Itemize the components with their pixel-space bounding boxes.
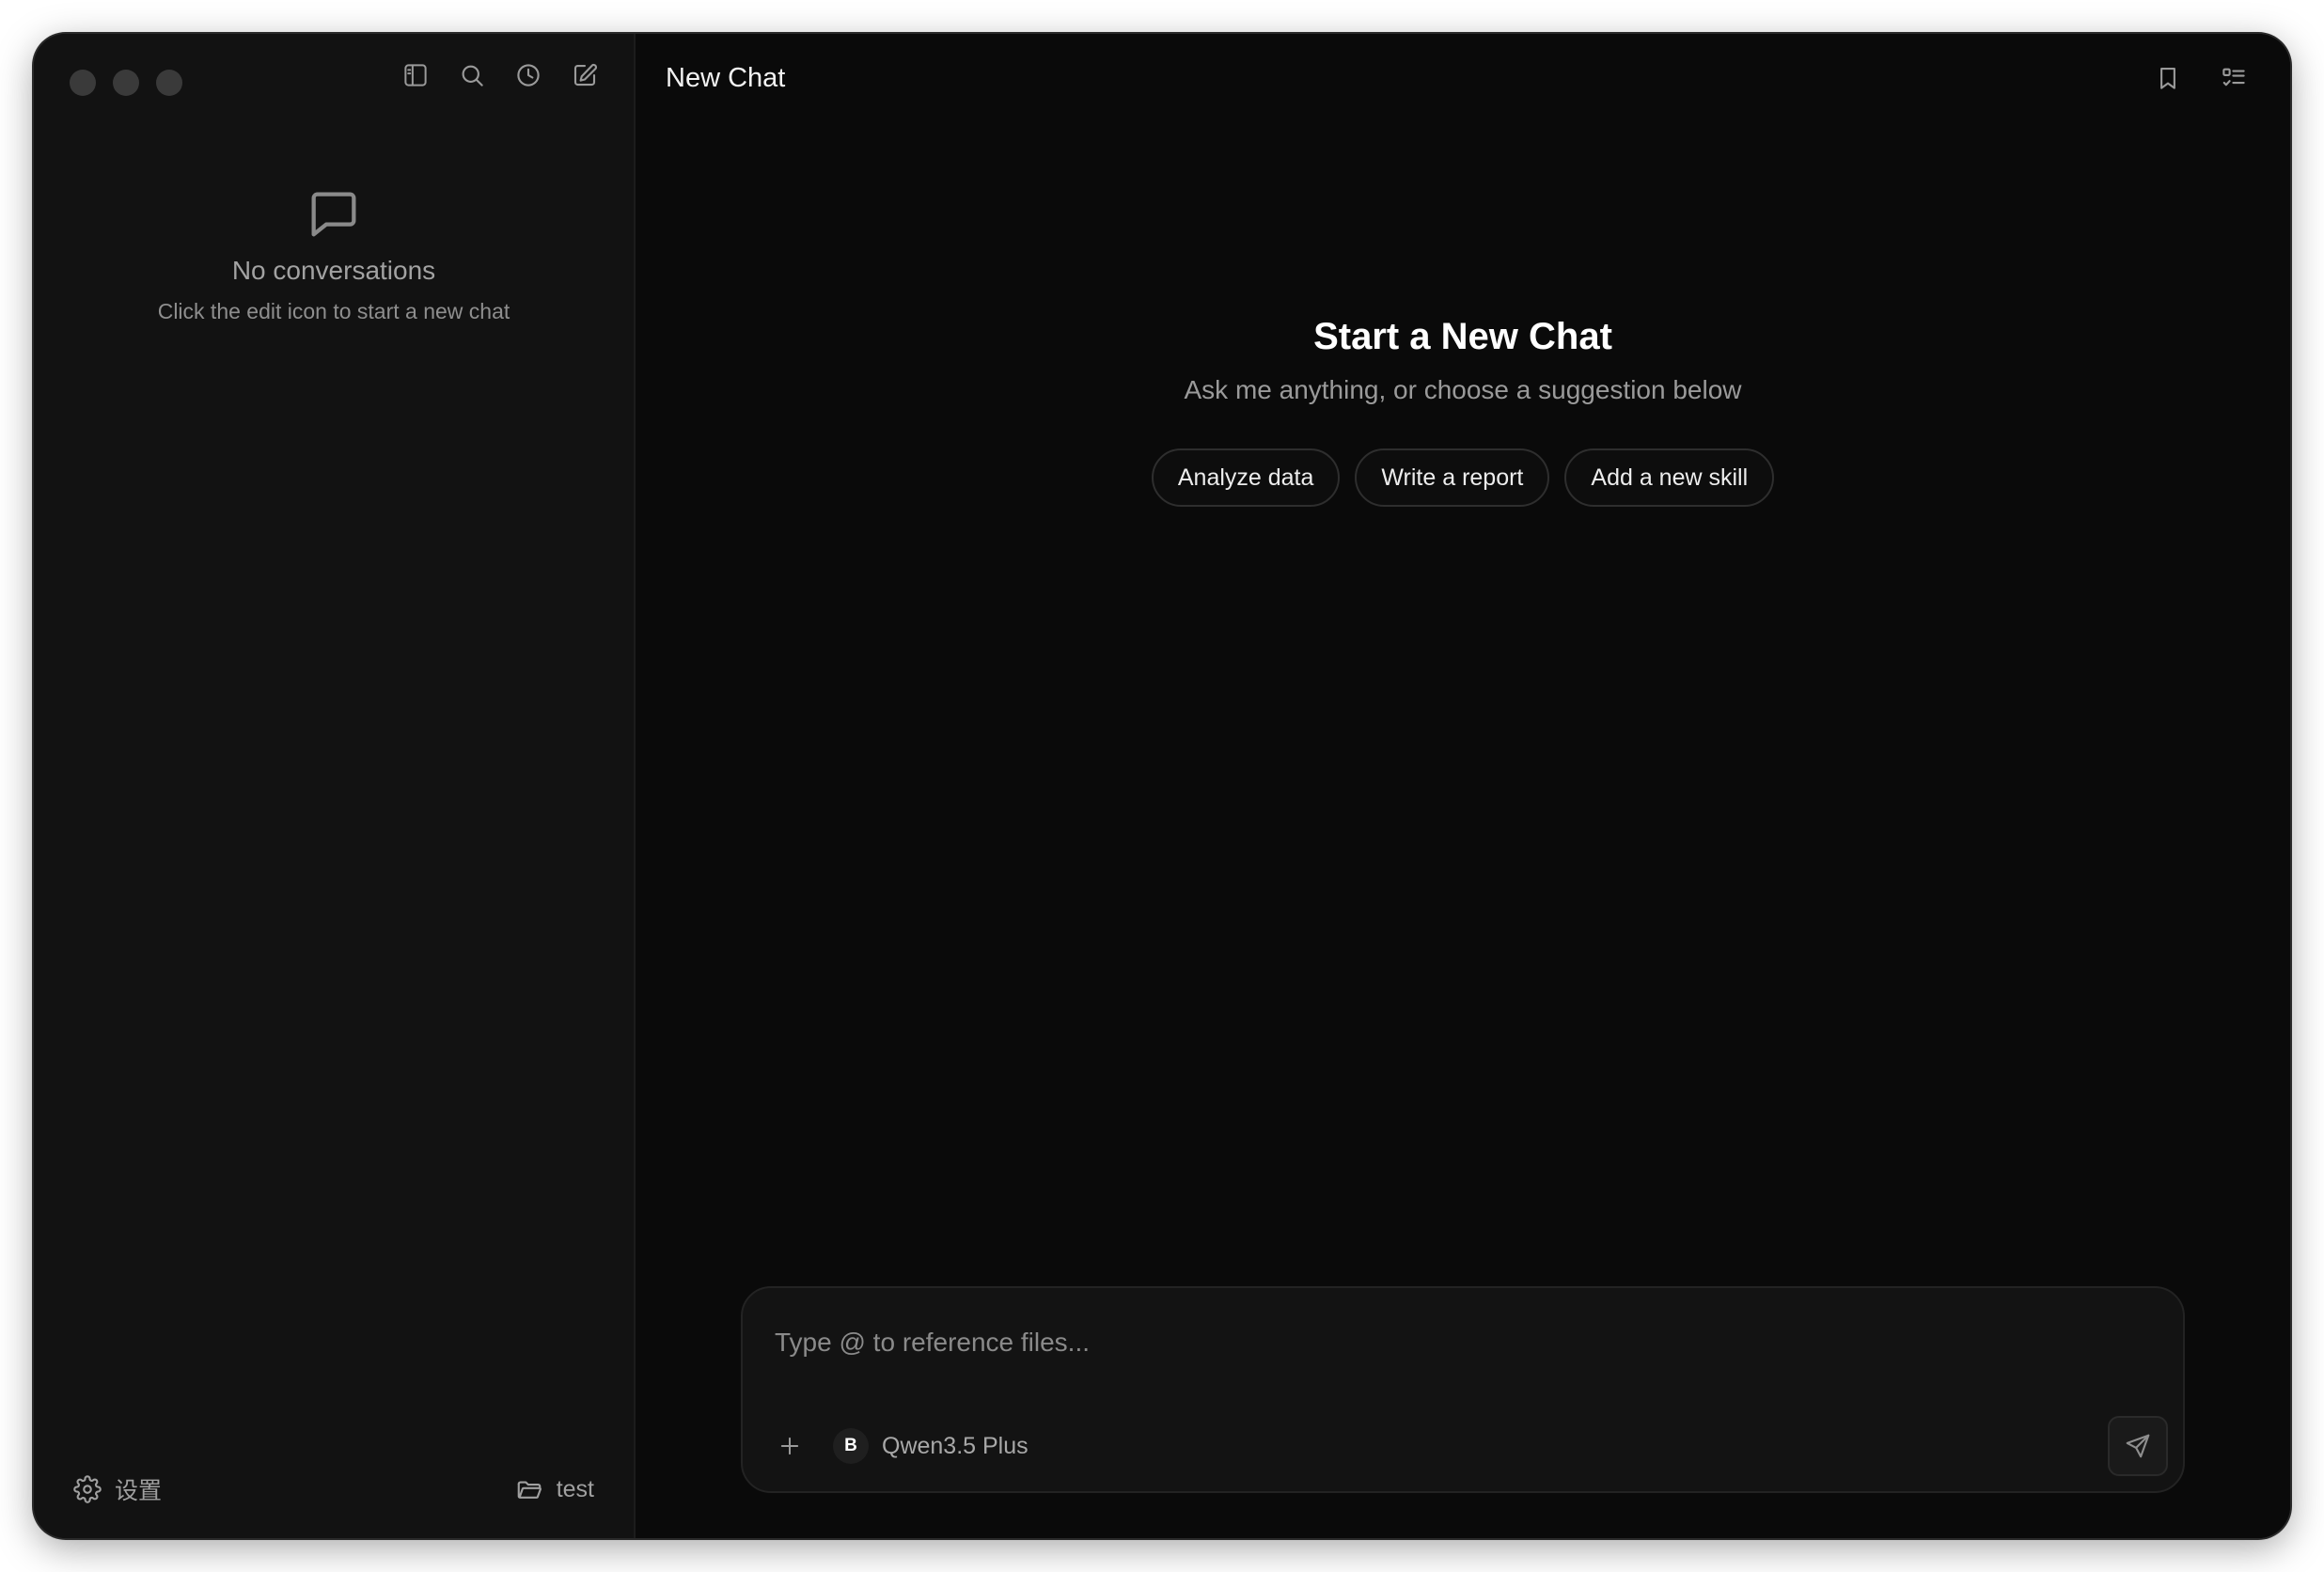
header-actions <box>2145 55 2256 101</box>
history-button[interactable] <box>506 53 551 98</box>
main-panel: New Chat Start a New Chat Ask me anythin… <box>636 34 2290 1538</box>
message-composer: B Qwen3.5 Plus <box>741 1286 2185 1493</box>
zoom-window-button[interactable] <box>156 70 182 96</box>
composer-toolbar: B Qwen3.5 Plus <box>769 1416 2168 1476</box>
suggestion-add-skill[interactable]: Add a new skill <box>1564 448 1775 507</box>
model-name: Qwen3.5 Plus <box>882 1432 1029 1459</box>
suggestion-write-report[interactable]: Write a report <box>1355 448 1550 507</box>
empty-title: No conversations <box>231 256 436 285</box>
welcome-section: Start a New Chat Ask me anything, or cho… <box>636 316 2290 507</box>
suggestion-chips: Analyze data Write a report Add a new sk… <box>636 448 2290 507</box>
folder-icon <box>517 1481 542 1499</box>
bookmark-icon <box>2160 67 2175 89</box>
plus-icon <box>780 1437 799 1455</box>
close-window-button[interactable] <box>70 70 96 96</box>
welcome-subtitle: Ask me anything, or choose a suggestion … <box>1184 375 1742 404</box>
history-icon <box>517 64 540 86</box>
send-button[interactable] <box>2108 1416 2168 1476</box>
sidebar-footer: 设置 test <box>73 1472 594 1506</box>
app-window: No conversations Click the edit icon to … <box>34 34 2290 1538</box>
workspace-button[interactable]: test <box>515 1475 594 1503</box>
settings-label: 设置 <box>115 1478 163 1504</box>
welcome-title: Start a New Chat <box>1313 316 1612 357</box>
edit-icon <box>573 63 598 86</box>
model-badge: B <box>833 1428 869 1464</box>
model-selector[interactable]: B Qwen3.5 Plus <box>833 1428 1029 1464</box>
chat-header: New Chat <box>636 34 2290 122</box>
settings-button[interactable]: 设置 <box>73 1472 162 1506</box>
search-icon <box>462 65 483 86</box>
empty-subtitle: Click the edit icon to start a new chat <box>157 299 510 323</box>
sidebar: No conversations Click the edit icon to … <box>34 34 636 1538</box>
sidebar-toggle-icon <box>404 64 427 86</box>
workspace-label: test <box>556 1475 594 1502</box>
minimize-window-button[interactable] <box>113 70 139 96</box>
attach-button[interactable] <box>769 1425 810 1467</box>
new-chat-button[interactable] <box>562 53 607 98</box>
checklist-icon <box>2222 68 2245 86</box>
tasks-button[interactable] <box>2211 55 2256 101</box>
suggestion-analyze-data[interactable]: Analyze data <box>1151 448 1341 507</box>
chat-bubble-icon <box>304 184 364 244</box>
message-input[interactable] <box>773 1324 2153 1361</box>
bookmark-button[interactable] <box>2145 55 2191 101</box>
empty-conversations: No conversations Click the edit icon to … <box>34 184 634 324</box>
traffic-lights <box>70 70 182 96</box>
gear-icon <box>73 1475 102 1503</box>
sidebar-toolbar <box>393 53 607 98</box>
toggle-sidebar-button[interactable] <box>393 53 438 98</box>
send-icon <box>2126 1434 2150 1458</box>
page-title: New Chat <box>666 62 786 93</box>
search-button[interactable] <box>449 53 495 98</box>
